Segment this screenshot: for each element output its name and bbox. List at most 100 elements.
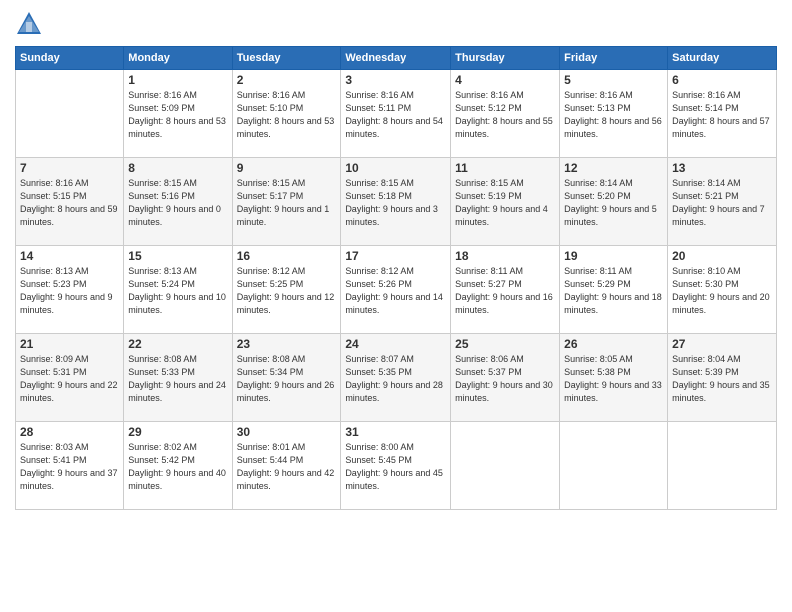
page: SundayMondayTuesdayWednesdayThursdayFrid… bbox=[0, 0, 792, 612]
weekday-header: Tuesday bbox=[232, 47, 341, 70]
calendar-cell: 14 Sunrise: 8:13 AM Sunset: 5:23 PM Dayli… bbox=[16, 246, 124, 334]
weekday-header: Saturday bbox=[668, 47, 777, 70]
day-number: 15 bbox=[128, 249, 227, 263]
day-info: Sunrise: 8:13 AM Sunset: 5:23 PM Dayligh… bbox=[20, 265, 119, 317]
day-info: Sunrise: 8:15 AM Sunset: 5:16 PM Dayligh… bbox=[128, 177, 227, 229]
calendar-cell: 9 Sunrise: 8:15 AM Sunset: 5:17 PM Daylig… bbox=[232, 158, 341, 246]
calendar-cell: 25 Sunrise: 8:06 AM Sunset: 5:37 PM Dayli… bbox=[451, 334, 560, 422]
calendar-cell: 13 Sunrise: 8:14 AM Sunset: 5:21 PM Dayli… bbox=[668, 158, 777, 246]
day-info: Sunrise: 8:12 AM Sunset: 5:25 PM Dayligh… bbox=[237, 265, 337, 317]
day-number: 22 bbox=[128, 337, 227, 351]
calendar-cell: 10 Sunrise: 8:15 AM Sunset: 5:18 PM Dayli… bbox=[341, 158, 451, 246]
calendar-cell: 8 Sunrise: 8:15 AM Sunset: 5:16 PM Daylig… bbox=[124, 158, 232, 246]
day-info: Sunrise: 8:16 AM Sunset: 5:09 PM Dayligh… bbox=[128, 89, 227, 141]
calendar-cell: 15 Sunrise: 8:13 AM Sunset: 5:24 PM Dayli… bbox=[124, 246, 232, 334]
day-info: Sunrise: 8:12 AM Sunset: 5:26 PM Dayligh… bbox=[345, 265, 446, 317]
day-info: Sunrise: 8:15 AM Sunset: 5:17 PM Dayligh… bbox=[237, 177, 337, 229]
day-number: 24 bbox=[345, 337, 446, 351]
calendar-cell: 1 Sunrise: 8:16 AM Sunset: 5:09 PM Daylig… bbox=[124, 70, 232, 158]
day-info: Sunrise: 8:11 AM Sunset: 5:29 PM Dayligh… bbox=[564, 265, 663, 317]
day-number: 17 bbox=[345, 249, 446, 263]
day-info: Sunrise: 8:13 AM Sunset: 5:24 PM Dayligh… bbox=[128, 265, 227, 317]
weekday-header: Monday bbox=[124, 47, 232, 70]
day-number: 9 bbox=[237, 161, 337, 175]
weekday-header: Sunday bbox=[16, 47, 124, 70]
calendar-cell: 23 Sunrise: 8:08 AM Sunset: 5:34 PM Dayli… bbox=[232, 334, 341, 422]
day-info: Sunrise: 8:07 AM Sunset: 5:35 PM Dayligh… bbox=[345, 353, 446, 405]
calendar-cell: 30Sunrise: 8:01 AM Sunset: 5:44 PM Dayli… bbox=[232, 422, 341, 510]
calendar-cell: 5 Sunrise: 8:16 AM Sunset: 5:13 PM Daylig… bbox=[560, 70, 668, 158]
calendar-cell: 12 Sunrise: 8:14 AM Sunset: 5:20 PM Dayli… bbox=[560, 158, 668, 246]
calendar-week-row: 7 Sunrise: 8:16 AM Sunset: 5:15 PM Daylig… bbox=[16, 158, 777, 246]
day-number: 8 bbox=[128, 161, 227, 175]
calendar-cell: 31 Sunrise: 8:00 AM Sunset: 5:45 PM Dayli… bbox=[341, 422, 451, 510]
day-number: 11 bbox=[455, 161, 555, 175]
day-number: 31 bbox=[345, 425, 446, 439]
day-number: 10 bbox=[345, 161, 446, 175]
day-info: Sunrise: 8:14 AM Sunset: 5:21 PM Dayligh… bbox=[672, 177, 772, 229]
calendar-cell: 24 Sunrise: 8:07 AM Sunset: 5:35 PM Dayli… bbox=[341, 334, 451, 422]
calendar-week-row: 28Sunrise: 8:03 AM Sunset: 5:41 PM Dayli… bbox=[16, 422, 777, 510]
day-number: 16 bbox=[237, 249, 337, 263]
day-info: Sunrise: 8:08 AM Sunset: 5:33 PM Dayligh… bbox=[128, 353, 227, 405]
day-info: Sunrise: 8:16 AM Sunset: 5:13 PM Dayligh… bbox=[564, 89, 663, 141]
day-number: 19 bbox=[564, 249, 663, 263]
day-info: Sunrise: 8:10 AM Sunset: 5:30 PM Dayligh… bbox=[672, 265, 772, 317]
day-info: Sunrise: 8:14 AM Sunset: 5:20 PM Dayligh… bbox=[564, 177, 663, 229]
logo bbox=[15, 10, 47, 38]
calendar-cell: 2 Sunrise: 8:16 AM Sunset: 5:10 PM Daylig… bbox=[232, 70, 341, 158]
day-number: 6 bbox=[672, 73, 772, 87]
day-number: 18 bbox=[455, 249, 555, 263]
calendar-week-row: 14 Sunrise: 8:13 AM Sunset: 5:23 PM Dayli… bbox=[16, 246, 777, 334]
day-info: Sunrise: 8:16 AM Sunset: 5:15 PM Dayligh… bbox=[20, 177, 119, 229]
calendar-week-row: 21 Sunrise: 8:09 AM Sunset: 5:31 PM Dayli… bbox=[16, 334, 777, 422]
calendar-cell: 29Sunrise: 8:02 AM Sunset: 5:42 PM Dayli… bbox=[124, 422, 232, 510]
calendar-cell: 22 Sunrise: 8:08 AM Sunset: 5:33 PM Dayli… bbox=[124, 334, 232, 422]
day-number: 27 bbox=[672, 337, 772, 351]
calendar-cell: 18 Sunrise: 8:11 AM Sunset: 5:27 PM Dayli… bbox=[451, 246, 560, 334]
day-number: 1 bbox=[128, 73, 227, 87]
day-number: 2 bbox=[237, 73, 337, 87]
calendar-cell bbox=[451, 422, 560, 510]
day-number: 25 bbox=[455, 337, 555, 351]
calendar-cell: 27 Sunrise: 8:04 AM Sunset: 5:39 PM Dayli… bbox=[668, 334, 777, 422]
calendar-cell: 3Sunrise: 8:16 AM Sunset: 5:11 PM Daylig… bbox=[341, 70, 451, 158]
day-info: Sunrise: 8:16 AM Sunset: 5:10 PM Dayligh… bbox=[237, 89, 337, 141]
day-info: Sunrise: 8:11 AM Sunset: 5:27 PM Dayligh… bbox=[455, 265, 555, 317]
day-info: Sunrise: 8:04 AM Sunset: 5:39 PM Dayligh… bbox=[672, 353, 772, 405]
calendar-cell bbox=[560, 422, 668, 510]
day-number: 23 bbox=[237, 337, 337, 351]
weekday-header: Friday bbox=[560, 47, 668, 70]
day-number: 12 bbox=[564, 161, 663, 175]
day-number: 7 bbox=[20, 161, 119, 175]
day-number: 28 bbox=[20, 425, 119, 439]
day-info: Sunrise: 8:16 AM Sunset: 5:12 PM Dayligh… bbox=[455, 89, 555, 141]
day-number: 20 bbox=[672, 249, 772, 263]
day-info: Sunrise: 8:06 AM Sunset: 5:37 PM Dayligh… bbox=[455, 353, 555, 405]
calendar-cell: 17 Sunrise: 8:12 AM Sunset: 5:26 PM Dayli… bbox=[341, 246, 451, 334]
calendar-cell: 28Sunrise: 8:03 AM Sunset: 5:41 PM Dayli… bbox=[16, 422, 124, 510]
day-number: 21 bbox=[20, 337, 119, 351]
calendar-cell: 11 Sunrise: 8:15 AM Sunset: 5:19 PM Dayli… bbox=[451, 158, 560, 246]
day-info: Sunrise: 8:02 AM Sunset: 5:42 PM Dayligh… bbox=[128, 441, 227, 493]
logo-icon bbox=[15, 10, 43, 38]
day-number: 26 bbox=[564, 337, 663, 351]
calendar-table: SundayMondayTuesdayWednesdayThursdayFrid… bbox=[15, 46, 777, 510]
day-info: Sunrise: 8:15 AM Sunset: 5:19 PM Dayligh… bbox=[455, 177, 555, 229]
day-info: Sunrise: 8:05 AM Sunset: 5:38 PM Dayligh… bbox=[564, 353, 663, 405]
day-number: 13 bbox=[672, 161, 772, 175]
calendar-cell: 6Sunrise: 8:16 AM Sunset: 5:14 PM Daylig… bbox=[668, 70, 777, 158]
calendar-cell: 26 Sunrise: 8:05 AM Sunset: 5:38 PM Dayli… bbox=[560, 334, 668, 422]
calendar-cell: 20 Sunrise: 8:10 AM Sunset: 5:30 PM Dayli… bbox=[668, 246, 777, 334]
day-number: 30 bbox=[237, 425, 337, 439]
day-info: Sunrise: 8:00 AM Sunset: 5:45 PM Dayligh… bbox=[345, 441, 446, 493]
weekday-header: Thursday bbox=[451, 47, 560, 70]
day-info: Sunrise: 8:09 AM Sunset: 5:31 PM Dayligh… bbox=[20, 353, 119, 405]
calendar-cell: 4Sunrise: 8:16 AM Sunset: 5:12 PM Daylig… bbox=[451, 70, 560, 158]
header bbox=[15, 10, 777, 38]
day-info: Sunrise: 8:15 AM Sunset: 5:18 PM Dayligh… bbox=[345, 177, 446, 229]
day-number: 5 bbox=[564, 73, 663, 87]
day-number: 14 bbox=[20, 249, 119, 263]
day-info: Sunrise: 8:08 AM Sunset: 5:34 PM Dayligh… bbox=[237, 353, 337, 405]
calendar-cell bbox=[16, 70, 124, 158]
